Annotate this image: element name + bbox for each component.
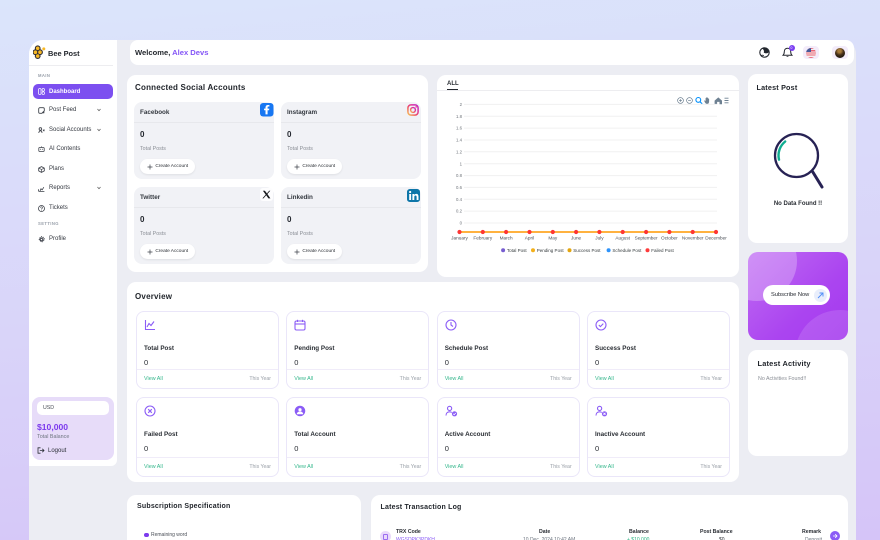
svg-text:Success Post: Success Post [573, 248, 601, 253]
svg-text:2: 2 [460, 102, 463, 107]
svg-text:1: 1 [460, 161, 463, 166]
svg-text:April: April [525, 236, 534, 241]
svg-text:1.6: 1.6 [456, 126, 463, 131]
svg-text:November: November [682, 236, 704, 241]
svg-text:1.8: 1.8 [456, 114, 463, 119]
svg-text:February: February [473, 236, 492, 241]
svg-text:0.4: 0.4 [456, 197, 463, 202]
svg-text:December: December [705, 236, 727, 241]
svg-text:0.8: 0.8 [456, 173, 463, 178]
svg-text:July: July [595, 236, 604, 241]
svg-text:January: January [451, 236, 468, 241]
svg-text:March: March [500, 236, 513, 241]
svg-text:May: May [548, 236, 558, 241]
svg-text:Schedule Post: Schedule Post [612, 248, 642, 253]
svg-text:Failed Post: Failed Post [651, 248, 674, 253]
svg-text:0: 0 [460, 221, 463, 226]
svg-text:September: September [635, 236, 658, 241]
svg-text:Total Post: Total Post [507, 248, 528, 253]
svg-text:0.2: 0.2 [456, 209, 463, 214]
svg-text:October: October [661, 236, 678, 241]
svg-text:Pending Post: Pending Post [537, 248, 565, 253]
svg-text:August: August [615, 236, 630, 241]
svg-text:1.2: 1.2 [456, 149, 463, 154]
svg-text:1.4: 1.4 [456, 138, 463, 143]
svg-text:0.6: 0.6 [456, 185, 463, 190]
svg-text:June: June [571, 236, 582, 241]
